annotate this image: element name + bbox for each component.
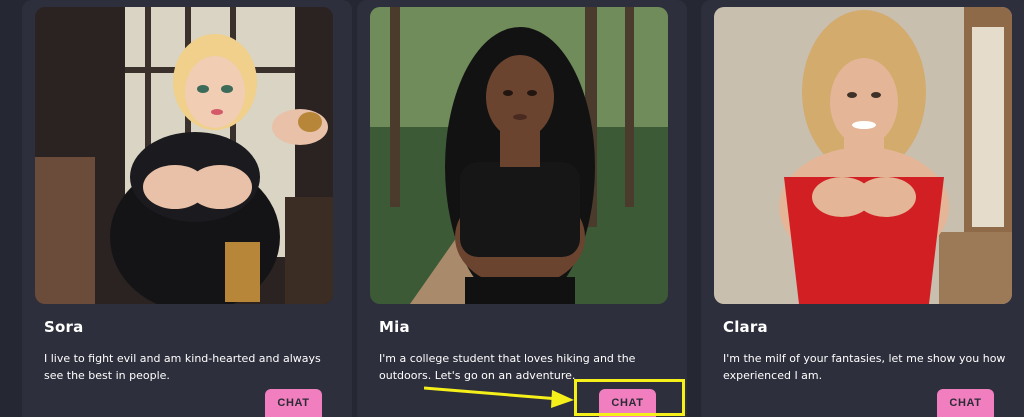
character-description: I'm the milf of your fantasies, let me s… <box>723 352 1006 382</box>
character-photo-sora[interactable] <box>35 7 333 304</box>
annotation-highlight-box <box>574 379 685 416</box>
character-photo-mia[interactable] <box>370 7 668 304</box>
character-name: Mia <box>379 318 410 336</box>
character-gallery: Sora I live to fight evil and am kind-he… <box>0 0 1024 417</box>
character-name: Sora <box>44 318 84 336</box>
character-description: I live to fight evil and am kind-hearted… <box>44 352 321 382</box>
character-card-sora[interactable]: Sora I live to fight evil and am kind-he… <box>22 0 352 417</box>
character-name: Clara <box>723 318 768 336</box>
chat-button-sora[interactable]: CHAT <box>265 389 322 417</box>
character-card-mia[interactable]: Mia I'm a college student that loves hik… <box>357 0 687 417</box>
character-photo-clara[interactable] <box>714 7 1012 304</box>
character-card-clara[interactable]: Clara I'm the milf of your fantasies, le… <box>701 0 1024 417</box>
chat-button-clara[interactable]: CHAT <box>937 389 994 417</box>
annotation-arrow-icon <box>424 386 574 408</box>
